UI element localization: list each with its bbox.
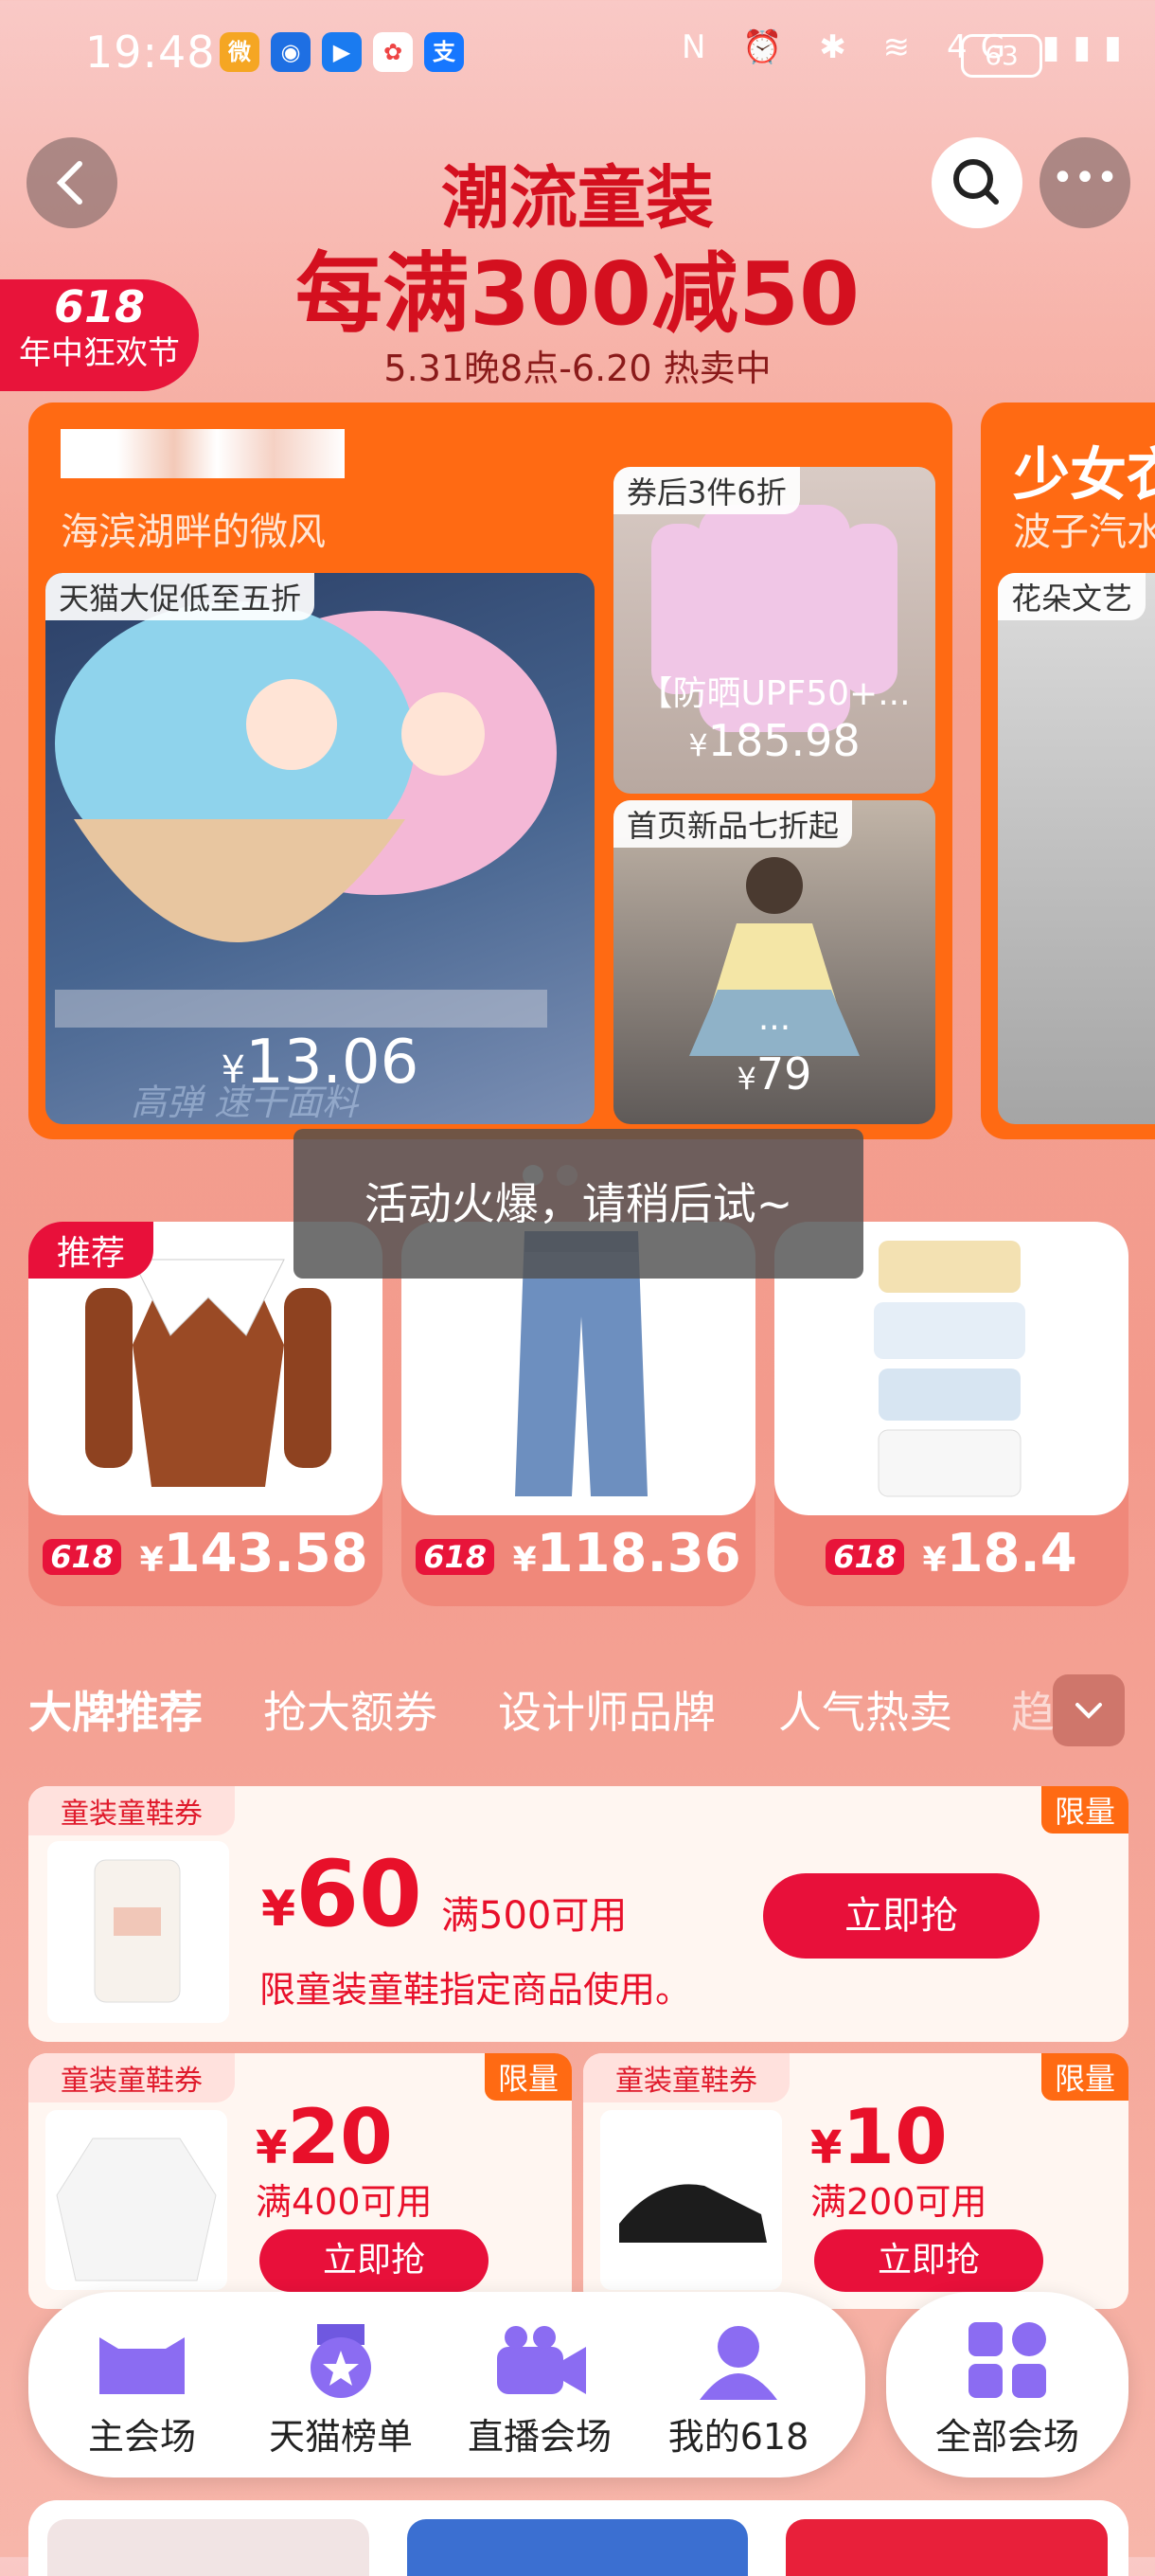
- nav-live-venue[interactable]: 直播会场: [445, 2318, 634, 2460]
- product-watermark: 高弹 速干面料: [131, 1082, 359, 1123]
- coupon-type-tag: 童装童鞋券: [28, 1786, 235, 1835]
- video-camera-icon: [497, 2326, 586, 2394]
- badge-618-sub: 年中狂欢节: [19, 334, 180, 372]
- kids-pajama-illustration: [94, 1859, 181, 2003]
- coupon-amount: ¥10: [810, 2093, 948, 2181]
- recommend-badge: 推荐: [28, 1222, 154, 1279]
- product-price: 618 ¥143.58: [28, 1523, 382, 1584]
- tab-trend[interactable]: 趋: [1011, 1678, 1055, 1741]
- product-tile[interactable]: 618 ¥118.36: [401, 1222, 755, 1606]
- coupon-amount: ¥60: [261, 1841, 422, 1947]
- grab-coupon-button[interactable]: 立即抢: [259, 2229, 489, 2292]
- store-subtitle: 海滨湖畔的微风: [61, 510, 326, 554]
- status-indicators: N ⏰ ✱ ≋ 4G ▮▮▮: [682, 28, 1135, 66]
- coupon-product-image: [45, 2110, 227, 2290]
- bottom-nav: 主会场 天猫榜单 直播会场 我的618: [28, 2292, 865, 2478]
- coupon-card[interactable]: 童装童鞋券 限量 ¥10 满200可用 立即抢: [583, 2053, 1128, 2309]
- nav-label: 全部会场: [934, 2416, 1079, 2458]
- status-time: 19:48: [85, 27, 216, 78]
- tab-brand-recommend[interactable]: 大牌推荐: [28, 1678, 203, 1741]
- tab-hot-sale[interactable]: 人气热卖: [778, 1678, 952, 1741]
- store-2-subtitle: 波子汽水: [1013, 510, 1155, 554]
- coupon-amount: ¥20: [256, 2093, 393, 2181]
- nav-label: 主会场: [87, 2416, 196, 2458]
- store-name-blurred: [61, 429, 345, 478]
- coupon-type-tag: 童装童鞋券: [583, 2053, 790, 2102]
- grab-coupon-button[interactable]: 立即抢: [814, 2229, 1043, 2292]
- coupon-card[interactable]: 童装童鞋券 限量 ¥60 满500可用 限童装童鞋指定商品使用。 立即抢: [28, 1786, 1128, 2042]
- peek-card: [47, 2519, 369, 2576]
- tag-618: 618: [43, 1538, 122, 1575]
- next-section-peek: [28, 2500, 1128, 2576]
- side-product-price: ¥79: [737, 1048, 812, 1100]
- nav-main-venue[interactable]: 主会场: [47, 2318, 237, 2460]
- status-bar: 19:48 微 ◉ ▶ ✿ 支 N ⏰ ✱ ≋ 4G ▮▮▮ 63: [0, 0, 1155, 114]
- side-product-price: ¥185.98: [688, 715, 861, 766]
- tag-618: 618: [416, 1538, 495, 1575]
- product-tile[interactable]: 618 ¥18.4: [774, 1222, 1128, 1606]
- store-2-image[interactable]: 花朵文艺: [998, 573, 1155, 1124]
- grab-coupon-button[interactable]: 立即抢: [763, 1873, 1040, 1959]
- chevron-down-icon: [1075, 1703, 1102, 1719]
- nav-all-venues[interactable]: 全部会场: [913, 2318, 1102, 2460]
- side-product-tag: 首页新品七折起: [613, 800, 853, 848]
- product-price: 618 ¥118.36: [401, 1523, 755, 1584]
- weibo-app-icon: 微: [220, 32, 259, 72]
- alipay-icon: 支: [424, 32, 464, 72]
- coupon-product-image: [47, 1841, 229, 2023]
- coupon-condition: 满200可用: [810, 2181, 987, 2223]
- app-notification-icon: ✿: [373, 32, 413, 72]
- limited-badge: 限量: [1040, 1786, 1128, 1834]
- nav-tmall-ranking[interactable]: 天猫榜单: [246, 2318, 435, 2460]
- tag-618: 618: [826, 1538, 905, 1575]
- main-product-tag: 天猫大促低至五折: [45, 573, 315, 620]
- coupon-type-tag: 童装童鞋券: [28, 2053, 235, 2102]
- sweatshirt-illustration: [56, 2138, 217, 2281]
- peek-card: [786, 2519, 1108, 2576]
- coupon-card[interactable]: 童装童鞋券 限量 ¥20 满400可用 立即抢: [28, 2053, 572, 2309]
- main-product-image[interactable]: 天猫大促低至五折 ¥13.06 高弹 速干面料: [45, 573, 595, 1124]
- tab-designer-brand[interactable]: 设计师品牌: [498, 1678, 716, 1741]
- app-notification-icon: ◉: [271, 32, 311, 72]
- side-product-1[interactable]: 券后3件6折 【防晒UPF50+... ¥185.98: [613, 467, 935, 794]
- cat-head-icon: [99, 2337, 185, 2394]
- product-price: 618 ¥18.4: [774, 1523, 1128, 1584]
- store-card-2[interactable]: 少女衣 波子汽水 花朵文艺: [981, 402, 1155, 1139]
- side-product-title: ...: [757, 999, 791, 1038]
- medal-icon: [311, 2324, 371, 2398]
- coupon-condition: 满400可用: [256, 2181, 433, 2223]
- badge-618: 618 年中狂欢节: [0, 279, 199, 391]
- limited-badge: 限量: [1040, 2053, 1128, 2101]
- coupon-description: 限童装童鞋指定商品使用。: [259, 1969, 692, 2011]
- store-card[interactable]: 海滨湖畔的微风 天猫大促低至五折 ¥13.06 高弹 速干面料 券后3件6折 【…: [28, 402, 952, 1139]
- toast-message: 活动火爆，请稍后试~: [293, 1129, 863, 1279]
- side-product-title: 【防晒UPF50+...: [638, 674, 911, 713]
- side-product-2[interactable]: 首页新品七折起 ... ¥79: [613, 800, 935, 1124]
- app-notification-icon: ▶: [322, 32, 362, 72]
- limited-badge: 限量: [484, 2053, 572, 2101]
- product-tile[interactable]: 推荐 618 ¥143.58: [28, 1222, 382, 1606]
- nav-label: 直播会场: [467, 2416, 612, 2458]
- coupon-product-image: [600, 2110, 782, 2290]
- store-2-tag: 花朵文艺: [998, 573, 1146, 620]
- nav-my-618[interactable]: 我的618: [644, 2318, 833, 2460]
- side-product-tag: 券后3件6折: [613, 467, 800, 514]
- coupon-condition: 满500可用: [441, 1894, 628, 1938]
- store-2-title: 少女衣: [1013, 442, 1155, 509]
- nav-label: 我的618: [667, 2416, 809, 2458]
- nav-label: 天猫榜单: [268, 2416, 413, 2458]
- user-icon: [700, 2326, 777, 2400]
- peek-card: [407, 2519, 748, 2576]
- tab-big-coupon[interactable]: 抢大额券: [263, 1678, 437, 1741]
- battery-icon: 63: [961, 34, 1042, 78]
- grid-icon: [968, 2322, 1046, 2398]
- tabs-expand-button[interactable]: [1053, 1674, 1125, 1746]
- sneaker-illustration: [619, 2184, 767, 2243]
- all-venues-button[interactable]: 全部会场: [886, 2292, 1128, 2478]
- badge-618-number: 618: [53, 281, 146, 332]
